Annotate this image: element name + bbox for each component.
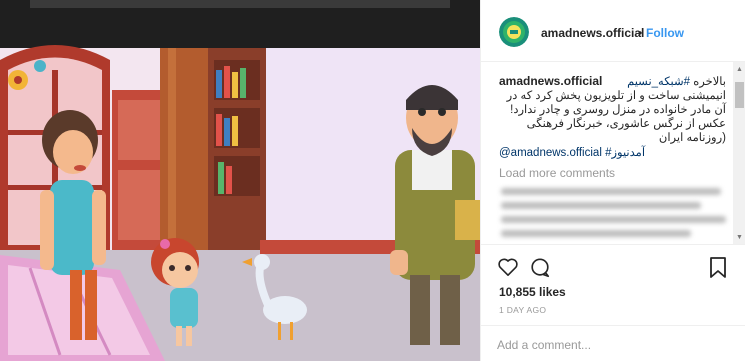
post-illustration <box>0 0 480 361</box>
scrollbar-thumb[interactable] <box>735 82 744 108</box>
post-date[interactable]: 1 DAY AGO <box>499 305 546 315</box>
blurred-comment <box>501 230 691 237</box>
blurred-comment <box>501 202 701 209</box>
add-comment-input[interactable] <box>495 334 729 356</box>
comments-area[interactable]: amadnews.official بالاخره #شبکه_نسیم انی… <box>481 62 745 244</box>
separator-dot: • <box>638 26 643 40</box>
comments-scrollbar[interactable]: ▲ ▼ <box>733 62 745 244</box>
follow-button[interactable]: Follow <box>646 26 684 40</box>
caption-line-1: بالاخره #شبکه_نسیم <box>627 74 726 88</box>
caption-line-3: آن مادر خانواده در منزل روسری و چادر ندا… <box>510 104 726 116</box>
add-comment-bar <box>481 325 745 360</box>
post-image[interactable] <box>0 0 480 361</box>
avatar-logo-icon <box>499 17 529 47</box>
caption-hashtag[interactable]: #شبکه_نسیم <box>627 76 690 88</box>
post-author-username[interactable]: amadnews.official <box>541 26 644 40</box>
avatar[interactable] <box>499 17 529 47</box>
caption-line-1-text: بالاخره <box>690 76 726 88</box>
post-header: amadnews.official • Follow <box>481 0 745 62</box>
scroll-down-icon[interactable]: ▼ <box>736 234 743 241</box>
caption-tags[interactable]: @amadnews.official #آمدنیوز <box>499 145 645 159</box>
bookmark-icon[interactable] <box>709 257 727 279</box>
caption-line-5: (روزنامه ایران <box>658 132 726 144</box>
post-actions: 10,855 likes 1 DAY AGO <box>481 244 745 359</box>
likes-count[interactable]: 10,855 likes <box>499 285 566 299</box>
comment-icon[interactable] <box>529 257 551 279</box>
blurred-comment <box>501 188 721 195</box>
load-more-comments[interactable]: Load more comments <box>499 166 615 180</box>
caption-username[interactable]: amadnews.official <box>499 74 602 88</box>
post-sidebar: amadnews.official • Follow amadnews.offi… <box>480 0 745 361</box>
caption-line-2: انیمیشنی ساخت و از تلویزیون پخش کرد که د… <box>506 90 726 102</box>
caption-line-4: عکس از نرگس عاشوری، خبرنگار فرهنگی <box>526 118 726 130</box>
heart-icon[interactable] <box>497 257 519 277</box>
scroll-up-icon[interactable]: ▲ <box>736 66 743 73</box>
blurred-comment <box>501 216 726 223</box>
